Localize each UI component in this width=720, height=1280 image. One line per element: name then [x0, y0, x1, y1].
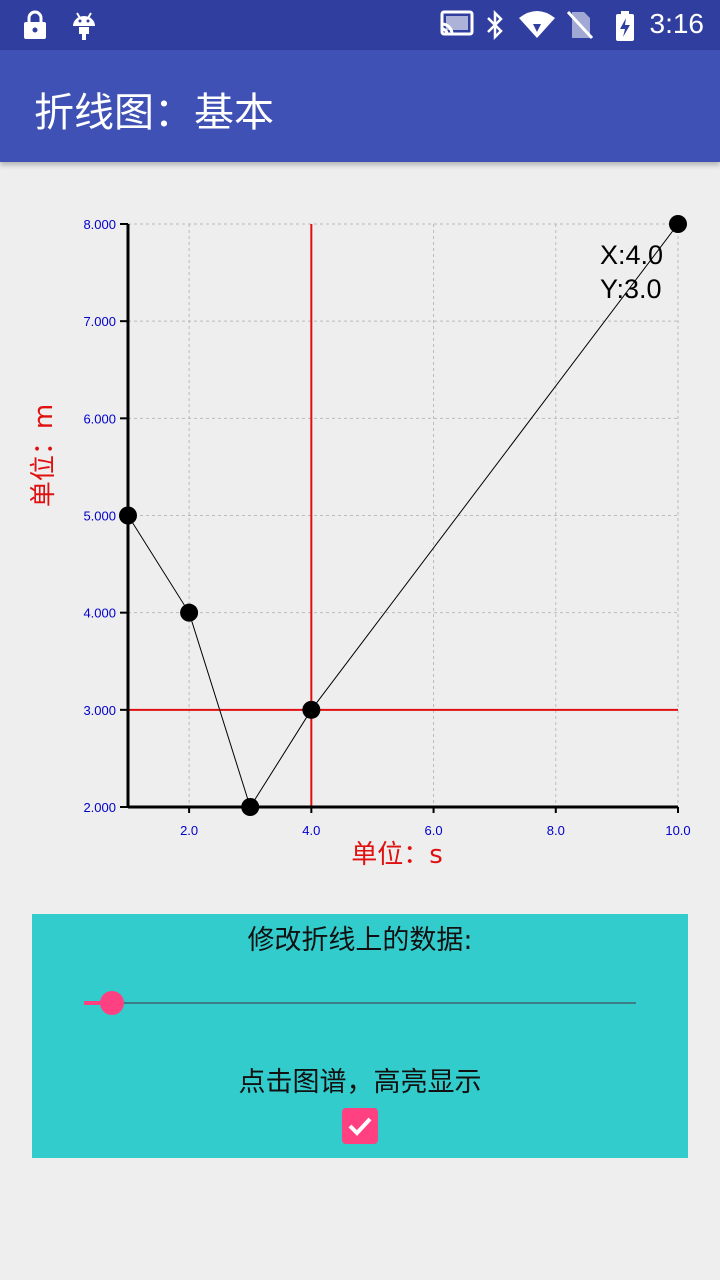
check-icon [348, 1117, 372, 1136]
series-line [127, 223, 679, 809]
x-tick-label: 10.0 [665, 823, 690, 838]
data-point [669, 215, 687, 233]
x-tick-label: 8.0 [547, 823, 565, 838]
highlight-checkbox-label: 点击图谱，高亮显示 [238, 1067, 482, 1098]
highlight-y-label: Y:3.0 [600, 274, 662, 304]
app-bar: 折线图：基本 [0, 50, 720, 162]
x-axis-title: 单位：s [351, 840, 443, 870]
data-point [180, 603, 199, 622]
data-slider[interactable] [84, 988, 636, 1018]
no-sim-icon [566, 10, 594, 40]
status-time: 3:16 [649, 8, 705, 39]
slider-track[interactable] [84, 1002, 636, 1004]
y-tick-label: 8.000 [83, 217, 116, 232]
highlight-checkbox[interactable] [342, 1108, 378, 1144]
lock-icon [24, 10, 46, 39]
chart-axes [120, 223, 679, 813]
wifi-icon [519, 11, 555, 38]
data-point [241, 798, 260, 816]
y-axis-title: 单位：m [29, 404, 59, 507]
highlight-crosshair [128, 224, 678, 807]
chart-grid [128, 223, 679, 808]
battery-charging-icon [616, 11, 634, 41]
series-line-layer [127, 223, 679, 809]
data-point [302, 700, 321, 719]
highlight-x-label: X:4.0 [600, 240, 663, 270]
data-point [119, 506, 137, 525]
y-tick-label: 5.000 [83, 509, 116, 524]
page-title: 折线图：基本 [34, 90, 274, 136]
x-tick-label: 6.0 [425, 823, 443, 838]
x-tick-label: 2.0 [180, 823, 198, 838]
android-icon [73, 12, 95, 40]
y-tick-label: 4.000 [83, 606, 116, 621]
series-points-layer [119, 215, 687, 816]
panel-title: 修改折线上的数据: [247, 925, 473, 956]
cast-icon [440, 10, 474, 36]
status-bar: 3:16 [0, 0, 720, 50]
y-tick-label: 3.000 [83, 703, 116, 718]
line-chart[interactable]: 2.000 3.000 4.000 5.000 6.000 7.000 8.000 2.0 4.… [0, 200, 720, 880]
slider-thumb[interactable] [99, 991, 124, 1015]
bluetooth-icon [487, 10, 503, 40]
y-tick-label: 2.000 [83, 800, 116, 815]
y-tick-label: 7.000 [83, 314, 116, 329]
control-panel: 修改折线上的数据: 点击图谱，高亮显示 [32, 914, 688, 1158]
y-tick-label: 6.000 [83, 411, 116, 426]
x-tick-label: 4.0 [302, 823, 320, 838]
